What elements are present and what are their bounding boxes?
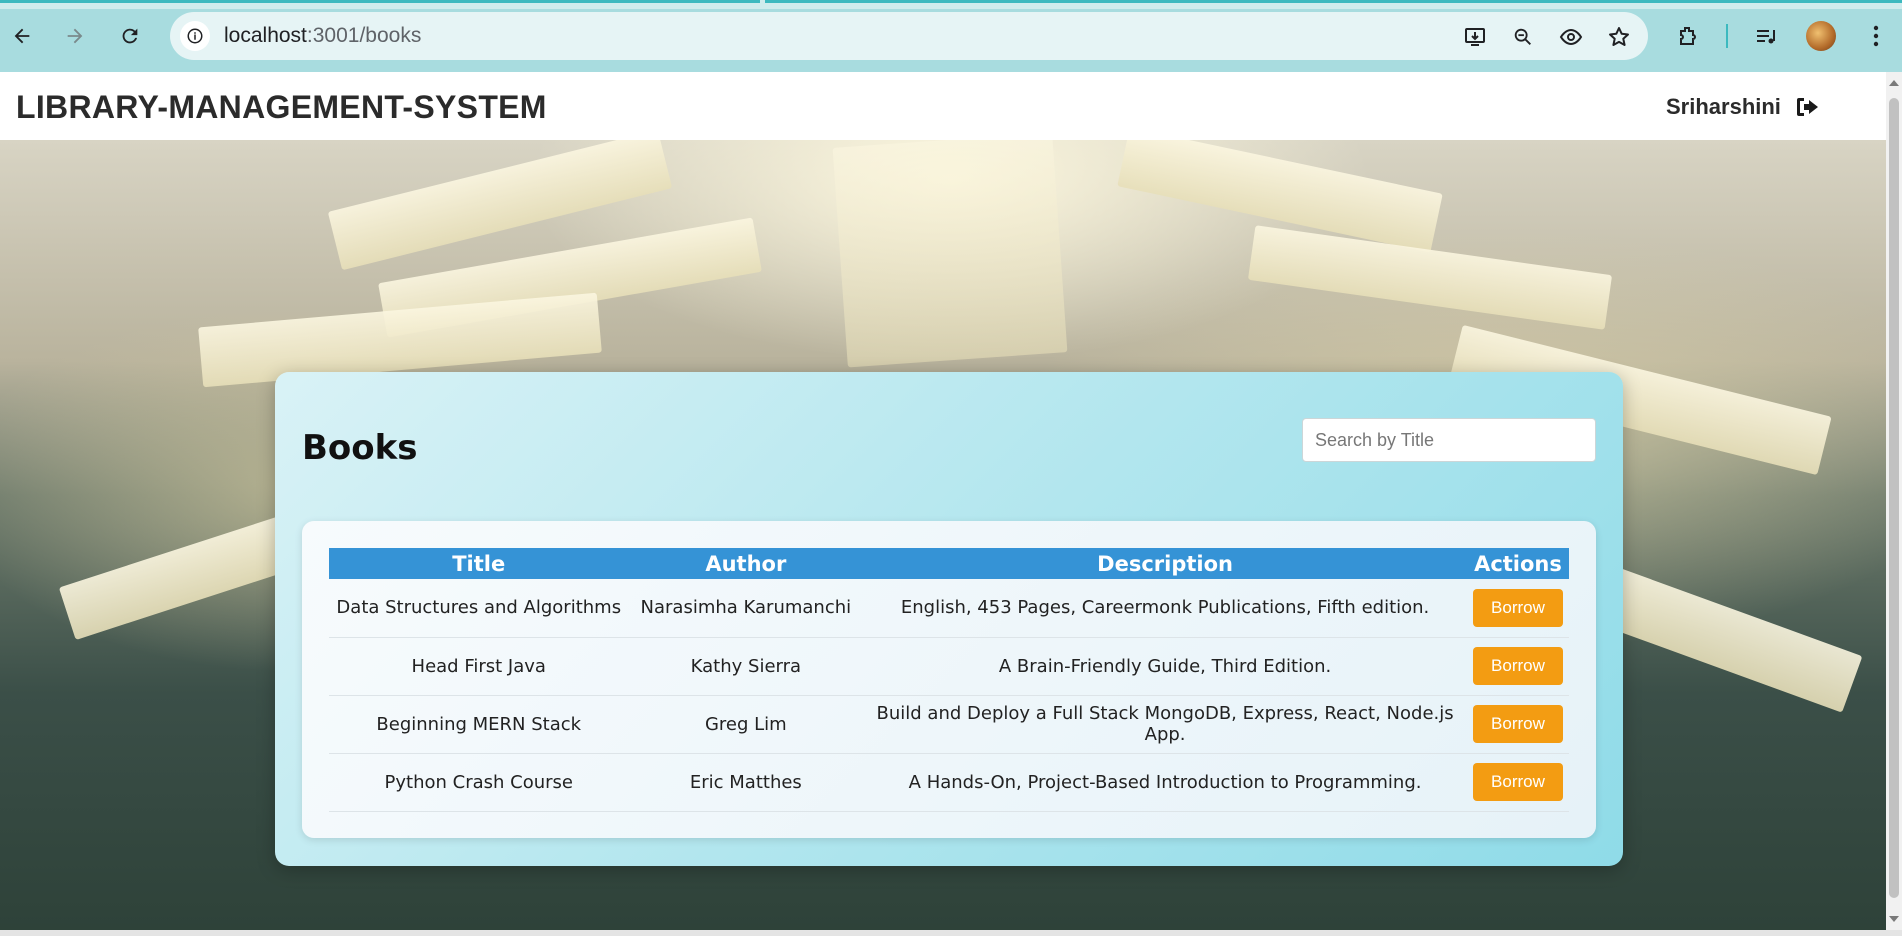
borrow-button[interactable]: Borrow — [1472, 763, 1563, 801]
book-author: Eric Matthes — [628, 753, 864, 812]
books-table: Title Author Description Actions Data St… — [329, 548, 1569, 812]
books-panel: Books Title Author Description Actions D… — [275, 372, 1623, 866]
address-bar[interactable]: localhost:3001/books — [170, 12, 1648, 60]
tab-accent — [765, 0, 1902, 3]
book-author: Greg Lim — [628, 695, 864, 754]
extensions-icon[interactable] — [1670, 18, 1706, 54]
book-description: A Hands-On, Project-Based Introduction t… — [863, 753, 1467, 812]
forward-icon[interactable] — [57, 18, 93, 54]
borrow-button[interactable]: Borrow — [1472, 705, 1563, 743]
url-path: :3001/books — [306, 24, 422, 47]
zoom-icon[interactable] — [1506, 20, 1540, 54]
column-header-author: Author — [705, 551, 787, 576]
tab-accent — [0, 0, 760, 3]
avatar-image — [1806, 21, 1836, 51]
book-description: Build and Deploy a Full Stack MongoDB, E… — [863, 695, 1467, 754]
app-title: LIBRARY-MANAGEMENT-SYSTEM — [16, 89, 547, 125]
reload-icon[interactable] — [112, 18, 148, 54]
table-row: Beginning MERN Stack Greg Lim Build and … — [329, 695, 1569, 754]
borrow-button[interactable]: Borrow — [1472, 588, 1563, 627]
toolbar-divider — [1726, 24, 1728, 48]
book-author: Narasimha Karumanchi — [628, 579, 864, 638]
book-title: Python Crash Course — [329, 753, 629, 812]
back-icon[interactable] — [4, 18, 40, 54]
horizontal-scrollbar[interactable] — [0, 930, 1902, 936]
eye-icon[interactable] — [1554, 20, 1588, 54]
scroll-up-arrow-icon[interactable] — [1889, 80, 1899, 86]
install-icon[interactable] — [1458, 20, 1492, 54]
browser-toolbar: localhost:3001/books — [0, 0, 1902, 72]
books-table-card: Title Author Description Actions Data St… — [302, 521, 1596, 838]
column-header-title: Title — [452, 551, 506, 576]
table-row: Head First Java Kathy Sierra A Brain-Fri… — [329, 637, 1569, 696]
table-row: Data Structures and Algorithms Narasimha… — [329, 579, 1569, 638]
tab-strip — [0, 0, 1902, 9]
scroll-down-arrow-icon[interactable] — [1889, 916, 1899, 922]
search-input[interactable] — [1302, 418, 1596, 462]
page-title: Books — [302, 428, 418, 468]
book-title: Data Structures and Algorithms — [329, 579, 629, 638]
column-header-description: Description — [1097, 551, 1233, 576]
profile-avatar[interactable] — [1803, 18, 1839, 54]
scrollbar-thumb[interactable] — [1889, 98, 1899, 898]
url-text[interactable]: localhost:3001/books — [224, 24, 421, 48]
menu-icon[interactable] — [1858, 18, 1894, 54]
column-header-actions: Actions — [1474, 551, 1562, 576]
username: Sriharshini — [1666, 94, 1781, 119]
table-header-row: Title Author Description Actions — [329, 548, 1569, 579]
vertical-scrollbar[interactable] — [1886, 72, 1902, 930]
site-info-icon[interactable] — [180, 21, 210, 51]
bookmark-star-icon[interactable] — [1602, 20, 1636, 54]
book-title: Head First Java — [329, 637, 629, 696]
book-author: Kathy Sierra — [628, 637, 864, 696]
url-host: localhost — [224, 24, 307, 47]
borrow-button[interactable]: Borrow — [1472, 647, 1563, 685]
book-title: Beginning MERN Stack — [329, 695, 629, 754]
table-row: Python Crash Course Eric Matthes A Hands… — [329, 753, 1569, 812]
book-description: English, 453 Pages, Careermonk Publicati… — [863, 579, 1467, 638]
media-queue-icon[interactable] — [1748, 18, 1784, 54]
app-header: LIBRARY-MANAGEMENT-SYSTEM Sriharshini — [0, 72, 1886, 140]
book-description: A Brain-Friendly Guide, Third Edition. — [863, 637, 1467, 696]
logout-icon[interactable] — [1793, 92, 1823, 122]
